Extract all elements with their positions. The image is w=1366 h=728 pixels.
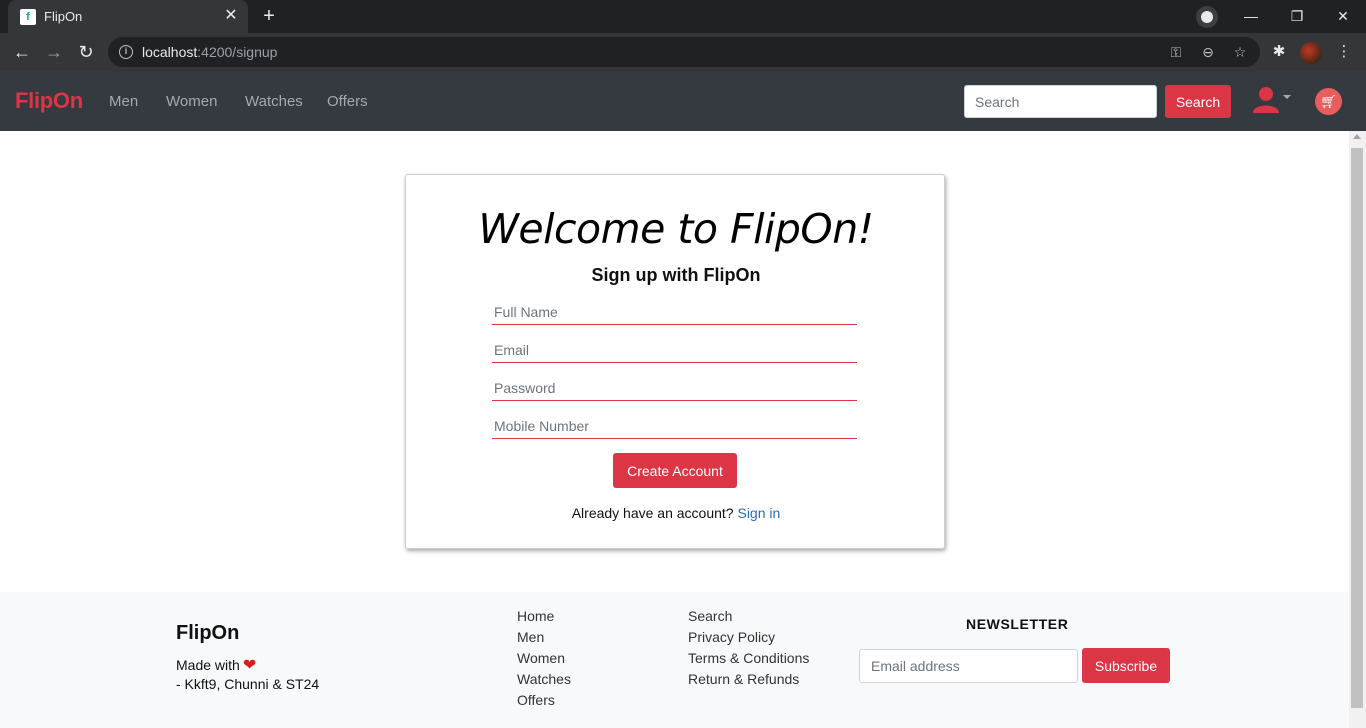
footer-brand: FlipOn xyxy=(176,622,240,644)
page-scrollbar[interactable] xyxy=(1349,131,1366,728)
close-tab-icon[interactable]: ✕ xyxy=(222,7,240,25)
footer-link-watches[interactable]: Watches xyxy=(517,671,571,687)
scroll-thumb[interactable] xyxy=(1351,148,1363,708)
nav-link-watches[interactable]: Watches xyxy=(245,93,303,110)
footer-link-terms[interactable]: Terms & Conditions xyxy=(688,650,809,666)
extensions-icon[interactable]: ✱ xyxy=(1268,41,1290,63)
signup-subtitle: Sign up with FlipOn xyxy=(591,265,761,285)
browser-toolbar: ← → ↻ i localhost:4200/signup ⚿ ⊖ ☆ ✱ ⋮ xyxy=(0,33,1366,71)
nav-link-women[interactable]: Women xyxy=(166,93,217,110)
heart-icon: ❤ xyxy=(242,657,257,674)
favicon-icon: f xyxy=(20,9,36,25)
zoom-icon[interactable]: ⊖ xyxy=(1198,42,1218,62)
footer-link-privacy[interactable]: Privacy Policy xyxy=(688,629,775,645)
minimize-icon[interactable]: — xyxy=(1236,4,1266,28)
already-account-text: Already have an account? xyxy=(571,505,734,521)
authors-text: - Kkft9, Chunni & ST24 xyxy=(176,676,320,692)
browser-tab-strip: f FlipOn ✕ + — ❐ ✕ xyxy=(0,0,1366,33)
nav-link-offers[interactable]: Offers xyxy=(327,93,368,110)
brand-logo[interactable]: FlipOn xyxy=(15,88,83,114)
bookmark-star-icon[interactable]: ☆ xyxy=(1230,42,1250,62)
reload-icon[interactable]: ↻ xyxy=(74,40,98,64)
welcome-heading: Welcome to FlipOn! xyxy=(478,205,874,253)
subscribe-button[interactable]: Subscribe xyxy=(1082,648,1170,683)
newsletter-title: NEWSLETTER xyxy=(966,616,1069,632)
signin-prompt: Already have an account? Sign in xyxy=(406,505,946,521)
url-text: localhost:4200/signup xyxy=(142,44,278,60)
address-bar[interactable]: i localhost:4200/signup ⚿ ⊖ ☆ xyxy=(108,37,1260,67)
email-field[interactable] xyxy=(492,337,857,363)
made-with-text: Made with ❤ xyxy=(176,657,257,674)
back-icon[interactable]: ← xyxy=(10,40,34,64)
browser-tab[interactable]: f FlipOn ✕ xyxy=(8,0,248,33)
site-info-icon[interactable]: i xyxy=(119,45,133,59)
user-account-icon[interactable] xyxy=(1250,85,1294,115)
sign-in-link[interactable]: Sign in xyxy=(737,505,780,521)
search-input[interactable] xyxy=(964,85,1157,118)
newsletter-email-input[interactable] xyxy=(859,649,1078,683)
site-footer: FlipOn Made with ❤ - Kkft9, Chunni & ST24… xyxy=(0,592,1349,728)
tab-title: FlipOn xyxy=(44,9,83,24)
signup-card: Welcome to FlipOn! Sign up with FlipOn C… xyxy=(405,174,945,549)
footer-link-search[interactable]: Search xyxy=(688,608,732,624)
footer-link-returns[interactable]: Return & Refunds xyxy=(688,671,799,687)
profile-avatar[interactable] xyxy=(1300,42,1322,64)
footer-link-offers[interactable]: Offers xyxy=(517,692,555,708)
restore-icon[interactable]: ❐ xyxy=(1282,4,1312,28)
footer-link-women[interactable]: Women xyxy=(517,650,565,666)
menu-kebab-icon[interactable]: ⋮ xyxy=(1333,41,1355,63)
site-navbar: FlipOn Men Women Watches Offers Search 🛒… xyxy=(0,71,1366,131)
close-window-icon[interactable]: ✕ xyxy=(1328,4,1358,28)
cart-icon[interactable]: 🛒︎ xyxy=(1315,88,1342,115)
password-field[interactable] xyxy=(492,375,857,401)
search-button[interactable]: Search xyxy=(1165,85,1231,118)
create-account-button[interactable]: Create Account xyxy=(613,453,737,488)
mobile-number-field[interactable] xyxy=(492,413,857,439)
tab-search-icon[interactable] xyxy=(1196,6,1218,28)
nav-link-men[interactable]: Men xyxy=(109,93,138,110)
scroll-up-icon[interactable] xyxy=(1353,134,1361,139)
footer-link-home[interactable]: Home xyxy=(517,608,554,624)
footer-link-men[interactable]: Men xyxy=(517,629,544,645)
full-name-field[interactable] xyxy=(492,299,857,325)
forward-icon[interactable]: → xyxy=(42,40,66,64)
key-icon[interactable]: ⚿ xyxy=(1166,42,1186,62)
new-tab-button[interactable]: + xyxy=(256,5,282,29)
